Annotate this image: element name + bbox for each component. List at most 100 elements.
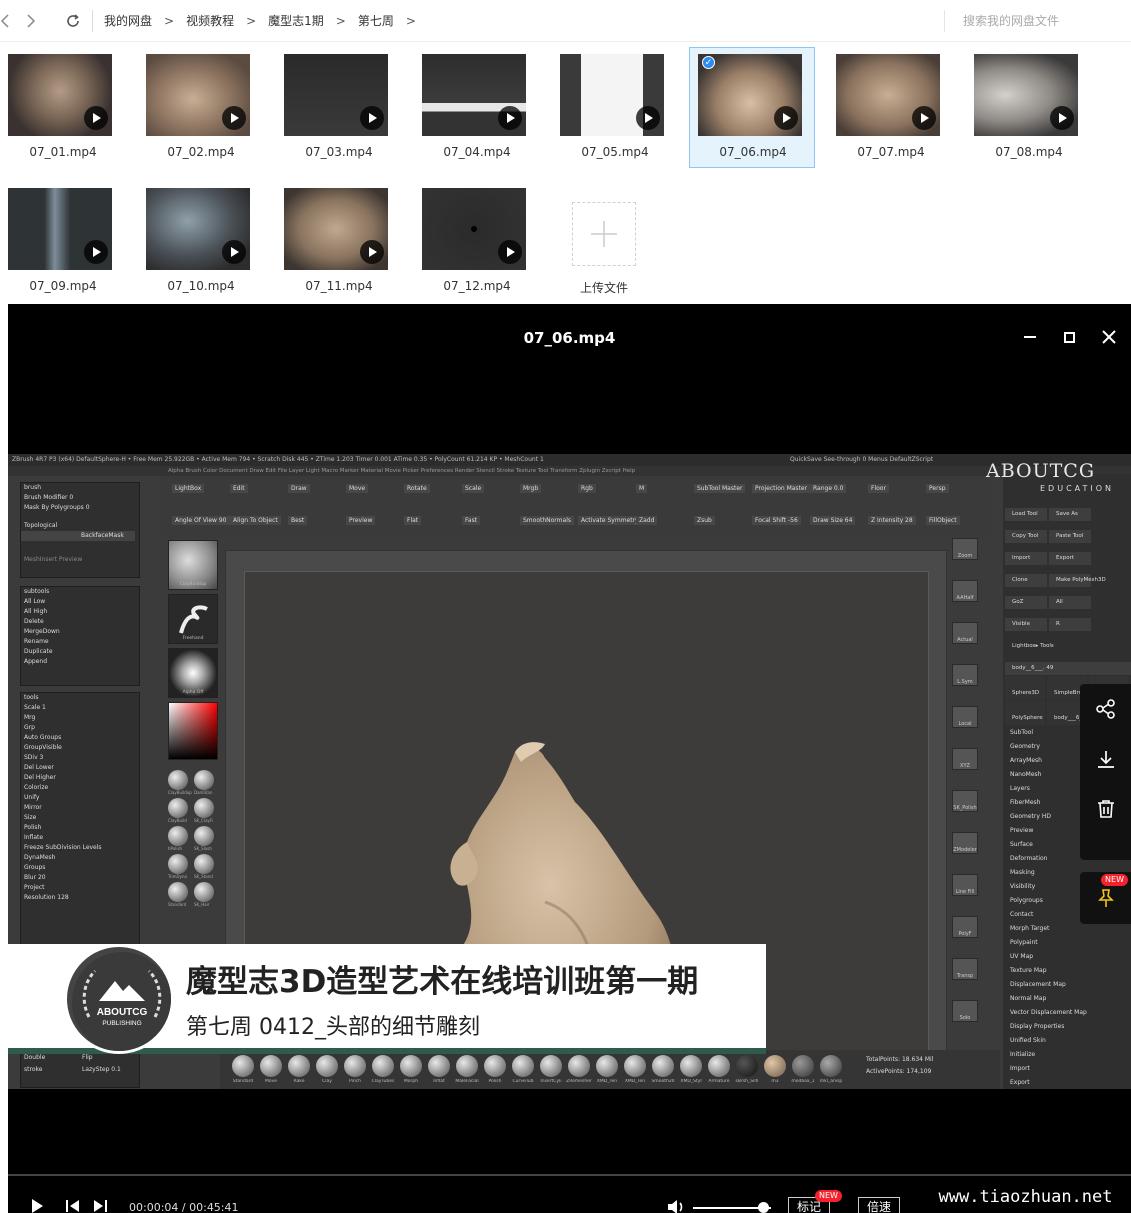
zb-brush-ball[interactable] [168,798,188,818]
upload-button[interactable] [572,202,636,266]
pin-button[interactable]: NEW [1080,872,1131,924]
zb-panel-row[interactable]: subtools [21,587,139,597]
zb-toolbar-item[interactable]: Flat [404,516,422,525]
file-item[interactable]: 07_10.mp4 [138,182,264,303]
zb-panel-row[interactable]: LazyStep 0.1 [79,1065,137,1075]
play-icon[interactable] [774,106,798,130]
zb-tool-menu-item[interactable]: Initialize [1003,1048,1131,1062]
file-item[interactable]: 07_11.mp4 [276,182,402,303]
zb-toolbar-item[interactable]: Fast [462,516,481,525]
zb-view-tool[interactable]: Zoom [952,538,978,560]
zb-brush-ball[interactable] [288,1055,310,1077]
zb-panel-row[interactable]: Append [21,657,139,667]
search-input[interactable] [945,10,1131,32]
zb-panel-row[interactable]: Mrg [21,713,139,723]
file-item[interactable]: 07_09.mp4 [0,182,126,303]
zb-panel-row[interactable]: Unify [21,793,139,803]
zb-toolbar-item[interactable]: SmoothNormals [520,516,574,525]
zb-brush-ball[interactable] [624,1055,646,1077]
zb-tool-menu-item[interactable]: Morph Target [1003,922,1131,936]
zb-brush-ball[interactable] [316,1055,338,1077]
file-item[interactable]: ✓ 07_06.mp4 [689,47,815,168]
zb-brush-ball[interactable] [456,1055,478,1077]
zb-toolbar-item[interactable]: Preview [346,516,376,525]
file-item[interactable]: 07_08.mp4 [966,48,1092,169]
zb-tool-menu-item[interactable]: Sphere3D [1005,676,1045,700]
zb-tool-menu-item[interactable]: Displacement Map [1003,978,1131,992]
zb-tool-menu-item[interactable]: Load Tool [1005,508,1047,521]
zb-toolbar-item[interactable]: Rotate [404,484,430,493]
delete-button[interactable] [1080,784,1131,834]
video-thumbnail[interactable] [284,188,388,270]
play-icon[interactable] [1050,106,1074,130]
zb-toolbar-item[interactable]: M [636,484,648,493]
video-thumbnail[interactable] [836,54,940,136]
zb-brush-ball[interactable] [764,1055,786,1077]
zb-panel-row[interactable]: SDiv 3 [21,753,139,763]
zb-view-tool[interactable]: Actual [952,622,978,644]
zb-panel-row[interactable]: Del Lower [21,763,139,773]
zb-brush-ball[interactable] [708,1055,730,1077]
zb-toolbar-item[interactable]: SubTool Master [694,484,746,493]
zb-tool-menu-item[interactable]: All [1049,596,1091,609]
zb-tool-menu-item[interactable]: Save As [1049,508,1091,521]
zb-panel-row[interactable]: Groups [21,863,139,873]
file-item[interactable]: 07_07.mp4 [828,48,954,169]
zb-view-tool[interactable]: AAHalf [952,580,978,602]
zb-view-tool[interactable]: SK_Polish [952,790,978,812]
zb-toolbar-item[interactable]: Floor [868,484,889,493]
zb-panel-row[interactable]: MergeDown [21,627,139,637]
zb-toolbar-item[interactable]: Move [346,484,369,493]
zb-tool-menu-item[interactable]: Display Properties [1003,1020,1131,1034]
zb-tool-menu-item[interactable]: Import [1005,552,1047,565]
zb-panel-row[interactable]: Auto Groups [21,733,139,743]
zb-view-tool[interactable]: Solo [952,1000,978,1022]
maximize-button[interactable] [1058,326,1080,348]
zb-toolbar-item[interactable]: Best [288,516,308,525]
zb-panel-row[interactable]: stroke [21,1065,79,1075]
zb-panel-row[interactable]: Mask By Polygroups 0 [21,503,139,513]
zb-toolbar-item[interactable]: Scale [462,484,485,493]
zb-panel-row[interactable]: Grp [21,723,139,733]
breadcrumb-item-my-drive[interactable]: 我的网盘 [104,12,152,29]
check-icon[interactable]: ✓ [702,56,715,69]
zb-panel-row[interactable]: Inflate [21,833,139,843]
zb-panel-row[interactable]: Project [21,883,139,893]
zb-panel-row[interactable]: Blur 20 [21,873,139,883]
zb-toolbar-item[interactable]: Zsub [694,516,715,525]
close-button[interactable] [1098,326,1120,348]
zb-panel-row[interactable]: brush [21,483,139,493]
breadcrumb-item-video-tutorials[interactable]: 视频教程 [186,12,234,29]
play-button[interactable] [30,1198,44,1213]
zb-brush-ball[interactable] [168,854,188,874]
video-thumbnail[interactable] [146,54,250,136]
zb-tool-menu-item[interactable]: Export [1003,1076,1131,1089]
file-item[interactable]: 07_04.mp4 [414,48,540,169]
zb-view-tool[interactable]: Line Fill [952,874,978,896]
zb-toolbar-item[interactable]: Zadd [636,516,658,525]
play-icon[interactable] [360,240,384,264]
zb-tool-menu-item[interactable]: Lightbox▸ Tools [1005,640,1131,653]
file-item[interactable]: 07_05.mp4 [552,48,678,169]
zb-tool-menu-item[interactable]: UV Map [1003,950,1131,964]
video-thumbnail[interactable] [974,54,1078,136]
zb-tool-menu-item[interactable]: GoZ [1005,596,1047,609]
zb-toolbar-item[interactable]: Z Intensity 28 [868,516,916,525]
play-icon[interactable] [84,240,108,264]
zb-toolbar-item[interactable]: Angle Of View 90 [172,516,230,525]
zb-toolbar-item[interactable]: Edit [230,484,248,493]
video-thumbnail[interactable] [8,54,112,136]
zb-toolbar-item[interactable]: Persp [926,484,949,493]
zb-panel-row[interactable]: Duplicate [21,647,139,657]
zb-panel-row[interactable]: Double [21,1053,79,1063]
zb-panel-row[interactable]: MeshInsert Preview [21,555,139,565]
zb-color-picker[interactable] [168,702,218,760]
minimize-button[interactable] [1019,326,1041,348]
zb-tool-menu-item[interactable]: Paste Tool [1049,530,1091,543]
play-icon[interactable] [498,240,522,264]
volume-slider-handle[interactable] [758,1202,770,1213]
zb-brush-ball[interactable] [168,826,188,846]
zb-brush-ball[interactable] [540,1055,562,1077]
zb-tool-menu-item[interactable]: Export [1049,552,1091,565]
play-icon[interactable] [636,106,660,130]
